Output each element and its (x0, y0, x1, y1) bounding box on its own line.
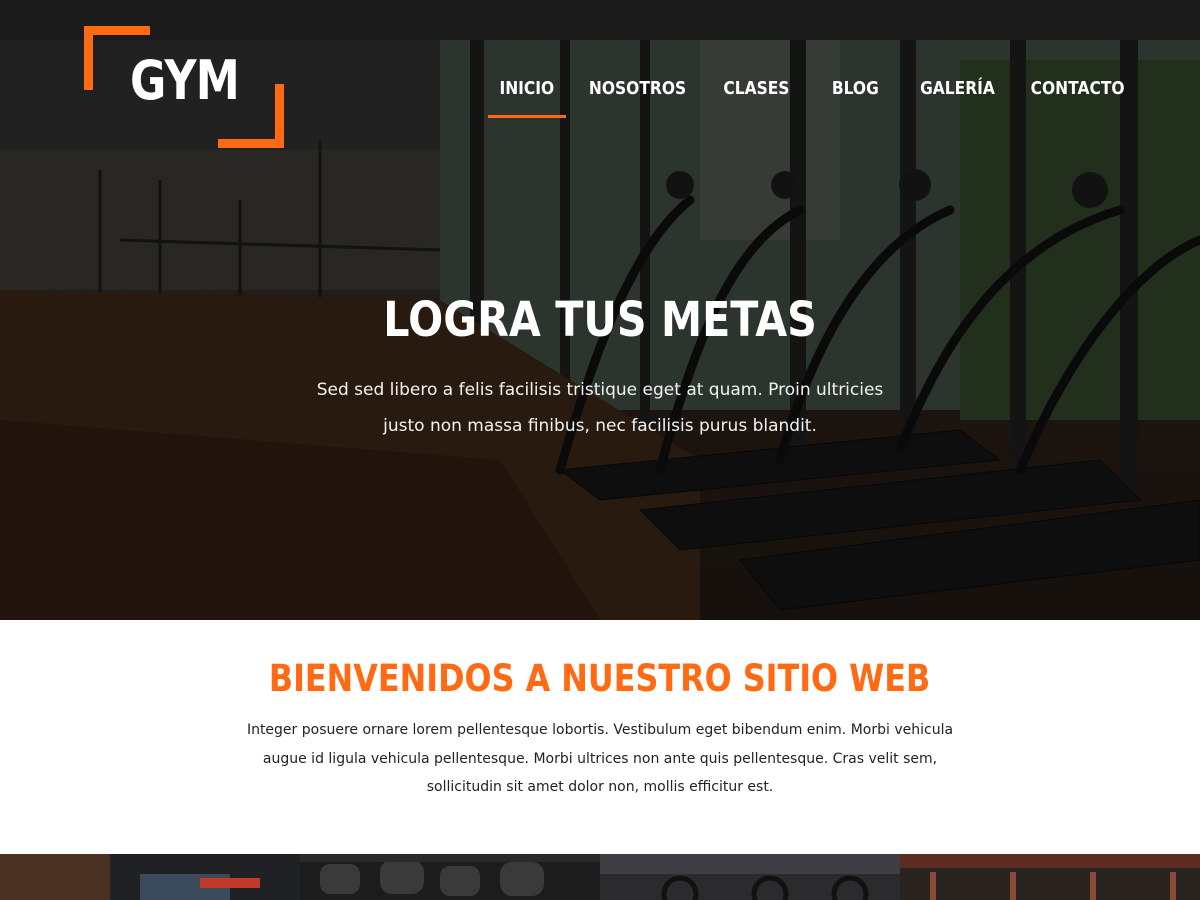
dumbbells-image (300, 854, 600, 900)
hero-subtitle: Sed sed libero a felis facilisis tristiq… (316, 380, 884, 436)
nav-item-clases[interactable]: CLASES (710, 78, 802, 118)
welcome-title-text: BIENVENIDOS A NUESTRO SITIO WEB (269, 657, 931, 700)
nav-item-label: BLOG (831, 78, 879, 99)
gallery-item-3[interactable] (600, 854, 900, 900)
spin-bikes-image (600, 854, 900, 900)
nav-item-galeria[interactable]: GALERÍA (908, 78, 1006, 118)
nav-item-blog[interactable]: BLOG (802, 78, 908, 118)
nav-item-label: NOSOTROS (589, 78, 687, 99)
welcome-title: BIENVENIDOS A NUESTRO SITIO WEB (0, 660, 1200, 697)
main-nav: INICIO NOSOTROS CLASES BLOG GALERÍA CONT… (488, 78, 1150, 122)
gallery-strip (0, 854, 1200, 900)
nav-item-label: CONTACTO (1031, 78, 1125, 99)
nav-item-contacto[interactable]: CONTACTO (1006, 78, 1150, 118)
nav-item-label: CLASES (722, 78, 790, 99)
nav-item-inicio[interactable]: INICIO (488, 78, 566, 118)
logo[interactable]: GYM (84, 26, 284, 148)
gallery-item-4[interactable] (900, 854, 1200, 900)
hero-title-text: LOGRA TUS METAS (383, 292, 817, 348)
gallery-item-2[interactable] (300, 854, 600, 900)
gym-interior-image (0, 854, 300, 900)
logo-text: GYM (130, 49, 240, 112)
welcome-section: BIENVENIDOS A NUESTRO SITIO WEB Integer … (0, 620, 1200, 854)
hero-section: GYM INICIO NOSOTROS CLASES BLOG GALERÍA … (0, 0, 1200, 620)
gallery-item-1[interactable] (0, 854, 300, 900)
welcome-text: Integer posuere ornare lorem pellentesqu… (246, 722, 954, 795)
nav-item-nosotros[interactable]: NOSOTROS (566, 78, 710, 118)
hero-title: LOGRA TUS METAS (0, 296, 1200, 344)
nav-item-label: GALERÍA (919, 78, 995, 99)
nav-item-label: INICIO (499, 78, 555, 99)
gym-hall-image (900, 854, 1200, 900)
